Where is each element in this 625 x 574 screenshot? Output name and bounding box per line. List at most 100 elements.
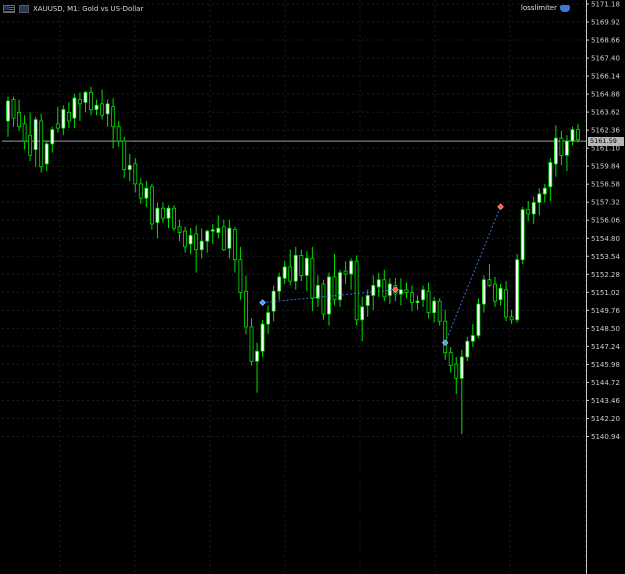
price-tick-label: 5169.92: [591, 19, 620, 27]
price-chart[interactable]: 5171.18 5169.92 5168.66 5167.40 5166.14 5164.…: [0, 0, 625, 574]
candle-body: [570, 129, 575, 142]
price-tick-label: 5171.18: [591, 1, 620, 9]
candle-body: [188, 234, 193, 245]
candle-body: [553, 137, 558, 165]
candle-body: [504, 289, 508, 318]
candle-body: [155, 207, 160, 223]
candle-body: [476, 303, 481, 336]
candle-body: [127, 164, 132, 171]
candle-body: [100, 103, 104, 116]
candle-body: [542, 187, 547, 195]
price-tick-label: 5163.62: [591, 109, 620, 117]
candle-body: [172, 207, 176, 229]
chart-menu-icon[interactable]: [19, 5, 29, 13]
candle-body: [526, 209, 531, 215]
price-tick-label: 5161.10: [591, 145, 620, 153]
candle-body: [443, 320, 448, 354]
candle-body: [548, 162, 553, 188]
price-tick-label: 5154.80: [591, 235, 620, 243]
price-tick-label: 5166.14: [591, 73, 620, 81]
candle-body: [398, 289, 403, 295]
candle-body: [365, 295, 370, 306]
candle-body: [210, 229, 215, 232]
candle-body: [227, 227, 232, 249]
price-tick-label: 5145.98: [591, 361, 620, 369]
candle-body: [432, 300, 437, 314]
candle-body: [277, 276, 282, 292]
candle-body: [332, 276, 337, 301]
candle-body: [144, 187, 149, 199]
candle-body: [282, 266, 287, 279]
price-tick-label: 5168.66: [591, 37, 620, 45]
candle-body: [454, 363, 459, 379]
price-tick-label: 5140.94: [591, 433, 620, 441]
candle-body: [50, 129, 55, 145]
candle-body: [498, 287, 503, 301]
expert-advisor-label[interactable]: losslimiter: [521, 4, 570, 12]
price-tick-label: 5142.20: [591, 415, 620, 423]
candle-body: [327, 276, 331, 315]
candle-body: [177, 226, 182, 233]
candle-body: [310, 257, 315, 299]
candle-body: [421, 289, 425, 301]
price-tick-label: 5147.24: [591, 343, 620, 351]
price-tick-label: 5156.06: [591, 217, 620, 225]
chart-window[interactable]: 5171.18 5169.92 5168.66 5167.40 5166.14 5164.…: [0, 0, 625, 574]
candle-body: [410, 292, 414, 304]
price-tick-label: 5167.40: [591, 55, 620, 63]
candle-body: [205, 230, 210, 242]
candle-body: [244, 290, 248, 328]
candle-body: [72, 97, 77, 119]
candle-body: [559, 137, 564, 156]
buy-entry-marker: [441, 339, 449, 347]
candle-body: [28, 134, 33, 156]
candle-body: [426, 290, 431, 314]
candle-body: [83, 91, 88, 103]
candle-body: [66, 112, 71, 122]
sell-exit-marker: [497, 203, 504, 211]
chart-title-bar: XAUUSD, M1: Gold vs US-Dollar: [3, 3, 143, 15]
candle-body: [537, 193, 542, 203]
candle-body: [216, 227, 221, 233]
price-tick-label: 5143.46: [591, 397, 620, 405]
current-price-tag: 5161.59: [588, 136, 624, 146]
price-tick-label: 5158.58: [591, 181, 620, 189]
us-flag-icon: [3, 5, 15, 13]
candle-body: [382, 279, 387, 298]
candle-body: [199, 240, 204, 251]
candle-body: [116, 126, 121, 142]
candle-body: [6, 100, 10, 122]
expert-name: losslimiter: [520, 4, 557, 12]
candle-body: [299, 255, 304, 276]
candle-body: [515, 259, 520, 321]
candle-body: [343, 270, 348, 275]
candle-body: [61, 109, 66, 129]
price-tick-label: 5149.76: [591, 307, 620, 315]
candle-body: [360, 306, 365, 321]
price-axis: 5171.18 5169.92 5168.66 5167.40 5166.14 5164.…: [586, 0, 620, 574]
candle-body: [371, 285, 376, 296]
chart-title: XAUUSD, M1: Gold vs US-Dollar: [33, 5, 144, 13]
candle-body: [415, 300, 420, 304]
candle-body: [531, 202, 536, 215]
candle-body: [565, 140, 569, 156]
candle-body: [89, 91, 93, 110]
candle-body: [183, 230, 188, 248]
candle-body: [105, 103, 110, 115]
candle-body: [221, 226, 226, 251]
candle-body: [94, 104, 99, 110]
price-tick-label: 5148.50: [591, 325, 620, 333]
price-tick-label: 5153.54: [591, 253, 620, 261]
candle-body: [465, 340, 470, 358]
price-tick-label: 5164.88: [591, 91, 620, 99]
candle-body: [166, 207, 171, 219]
price-tick-label: 5152.28: [591, 271, 620, 279]
candle-body: [133, 163, 138, 185]
candle-body: [138, 183, 143, 199]
candle-body: [17, 112, 21, 128]
candle-body: [55, 123, 60, 129]
candle-body: [437, 300, 442, 322]
price-tick-label: 5157.32: [591, 199, 620, 207]
price-tick-label: 5159.84: [591, 163, 620, 171]
candle-body: [487, 279, 492, 286]
